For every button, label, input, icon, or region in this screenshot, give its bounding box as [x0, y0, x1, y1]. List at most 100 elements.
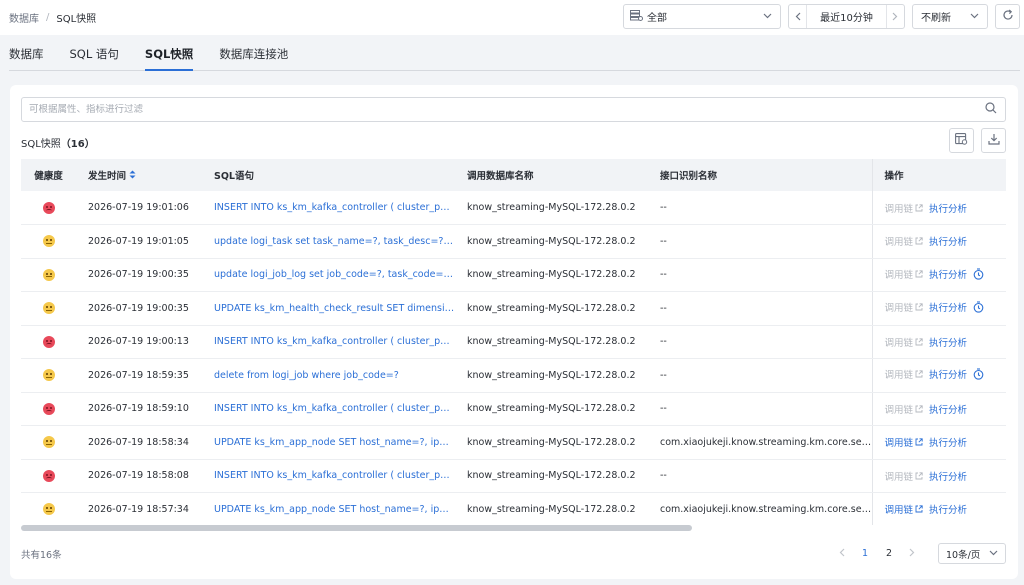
api-cell: com.xiaojukeji.know.streaming.km.core.se…: [648, 425, 872, 460]
sql-link[interactable]: INSERT INTO ks_km_kafka_controller ( clu…: [202, 191, 455, 225]
sql-link[interactable]: update logi_job_log set job_code=?, task…: [202, 258, 455, 292]
filter-input[interactable]: [29, 104, 929, 115]
api-cell: --: [648, 392, 872, 426]
analyze-link[interactable]: 执行分析: [929, 438, 967, 449]
table-header-row: 健康度 发生时间 SQL语句 调用数据库名称 接口识别名称 操作: [21, 159, 1006, 191]
api-cell: --: [648, 459, 872, 493]
analyze-link[interactable]: 执行分析: [929, 405, 967, 416]
operation-cell: 调用链 执行分析: [871, 291, 1006, 326]
table-row: 2026-07-19 19:00:35 update logi_job_log s…: [21, 258, 1006, 292]
sql-link[interactable]: INSERT INTO ks_km_kafka_controller ( clu…: [202, 459, 455, 493]
analyze-link[interactable]: 执行分析: [929, 303, 967, 314]
filter-box[interactable]: [21, 97, 1006, 122]
neutral-face-icon: [42, 503, 55, 516]
breadcrumb-parent[interactable]: 数据库: [9, 10, 39, 25]
trace-link: 调用链: [885, 237, 924, 248]
trace-link-label: 调用链: [884, 303, 914, 315]
sql-link[interactable]: UPDATE ks_km_health_check_result SET dim…: [202, 291, 455, 326]
analyze-link[interactable]: 执行分析: [929, 270, 967, 281]
table-settings-icon: [955, 133, 968, 148]
neutral-face-icon: [42, 268, 55, 281]
sql-link[interactable]: UPDATE ks_km_app_node SET host_name=?, i…: [202, 425, 455, 460]
page-2[interactable]: 2: [880, 548, 898, 559]
sad-face-icon: [42, 469, 55, 482]
horizontal-scrollbar[interactable]: [21, 525, 1006, 531]
tab-connection-pool[interactable]: 数据库连接池: [219, 46, 288, 70]
tab-sql-statement[interactable]: SQL 语句: [70, 46, 119, 70]
trace-link-label: 调用链: [884, 404, 914, 416]
snapshot-card: SQL快照（16） 健康度 发生时间 SQL语句 调用数据库名称 接口识别名称 …: [10, 85, 1018, 579]
section-title-label: SQL快照: [21, 139, 61, 150]
tab-sql-snapshot[interactable]: SQL快照: [144, 46, 194, 71]
table-row: 2026-07-19 18:59:10 INSERT INTO ks_km_kaf…: [21, 392, 1006, 426]
sql-link[interactable]: update logi_task set task_name=?, task_d…: [202, 224, 455, 259]
chevron-right-icon[interactable]: [885, 5, 904, 28]
operation-cell: 调用链 执行分析: [871, 191, 1006, 225]
trace-link-label: 调用链: [884, 269, 914, 281]
column-settings-button[interactable]: [949, 128, 974, 153]
download-button[interactable]: [981, 128, 1006, 153]
api-cell: --: [648, 291, 872, 326]
trace-link: 调用链: [885, 270, 924, 281]
search-icon[interactable]: [985, 102, 997, 117]
analyze-link[interactable]: 执行分析: [929, 370, 967, 381]
refresh-interval-select[interactable]: 不刷新: [912, 4, 988, 29]
sql-link[interactable]: INSERT INTO ks_km_kafka_controller ( clu…: [202, 392, 455, 426]
analyze-link[interactable]: 执行分析: [929, 204, 967, 215]
breadcrumb-current: SQL快照: [56, 14, 97, 25]
analyze-link[interactable]: 执行分析: [929, 505, 967, 516]
time-cell: 2026-07-19 18:57:34: [76, 492, 202, 525]
table-row: 2026-07-19 19:01:05 update logi_task set …: [21, 224, 1006, 259]
analyze-link[interactable]: 执行分析: [929, 338, 967, 349]
download-icon: [987, 133, 1000, 148]
chevron-left-icon[interactable]: [789, 5, 807, 28]
analyze-link[interactable]: 执行分析: [929, 472, 967, 483]
stopwatch-icon[interactable]: [973, 301, 984, 316]
database-select[interactable]: 全部: [623, 4, 781, 29]
external-link-icon: [915, 338, 923, 349]
sql-link[interactable]: delete from logi_job where job_code=?: [202, 358, 455, 393]
header-time[interactable]: 发生时间: [76, 159, 202, 191]
sql-link[interactable]: INSERT INTO ks_km_kafka_controller ( clu…: [202, 325, 455, 359]
api-cell: --: [648, 258, 872, 292]
analyze-link[interactable]: 执行分析: [929, 237, 967, 248]
sort-icon[interactable]: [129, 170, 136, 182]
time-range-picker[interactable]: 最近10分钟: [788, 4, 905, 29]
header-db: 调用数据库名称: [455, 159, 648, 191]
health-cell: [21, 459, 76, 493]
page-1[interactable]: 1: [856, 548, 874, 559]
tab-database[interactable]: 数据库: [9, 46, 44, 70]
neutral-face-icon: [42, 302, 55, 315]
top-bar: 数据库 / SQL快照 全部 最近10分钟 不刷新: [0, 0, 1024, 35]
section-title: SQL快照（16）: [21, 135, 95, 150]
operation-cell: 调用链 执行分析: [871, 392, 1006, 426]
trace-link-label: 调用链: [884, 505, 914, 517]
trace-link[interactable]: 调用链: [885, 438, 924, 449]
db-cell: know_streaming-MySQL-172.28.0.2: [455, 425, 648, 460]
header-api: 接口识别名称: [648, 159, 872, 191]
time-cell: 2026-07-19 18:58:34: [76, 425, 202, 460]
operation-cell: 调用链 执行分析: [871, 224, 1006, 259]
next-page-icon[interactable]: [904, 547, 920, 560]
stopwatch-icon[interactable]: [973, 268, 984, 283]
stopwatch-icon[interactable]: [973, 368, 984, 383]
database-icon: [630, 9, 643, 24]
sad-face-icon: [42, 402, 55, 415]
reload-button[interactable]: [995, 4, 1020, 29]
time-cell: 2026-07-19 19:00:35: [76, 258, 202, 292]
scrollbar-thumb[interactable]: [21, 525, 692, 531]
trace-link-label: 调用链: [884, 370, 914, 382]
page-size-select[interactable]: 10条/页: [938, 543, 1006, 564]
trace-link-label: 调用链: [884, 237, 914, 249]
snapshot-table: 健康度 发生时间 SQL语句 调用数据库名称 接口识别名称 操作 2026-07…: [21, 159, 1006, 525]
table-row: 2026-07-19 18:58:08 INSERT INTO ks_km_kaf…: [21, 459, 1006, 493]
breadcrumb-separator: /: [46, 12, 50, 23]
health-cell: [21, 425, 76, 460]
sql-link[interactable]: UPDATE ks_km_app_node SET host_name=?, i…: [202, 492, 455, 525]
time-cell: 2026-07-19 19:01:06: [76, 191, 202, 225]
operation-cell: 调用链 执行分析: [871, 258, 1006, 292]
db-cell: know_streaming-MySQL-172.28.0.2: [455, 492, 648, 525]
external-link-icon: [915, 405, 923, 416]
prev-page-icon[interactable]: [834, 547, 850, 560]
trace-link[interactable]: 调用链: [885, 505, 924, 516]
